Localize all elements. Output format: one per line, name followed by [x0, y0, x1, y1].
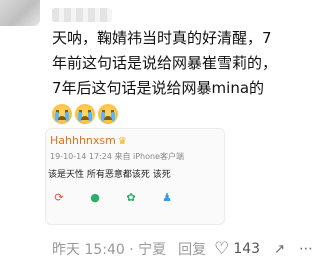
moments-icon: ✿: [126, 191, 136, 204]
comment-line-1: 天呐，鞠婧祎当时真的好清醒，7: [52, 29, 272, 47]
quoted-username-row: Hahhhnxsm ♛: [50, 134, 127, 147]
crown-icon: ♛: [117, 136, 127, 147]
repost-icon: ⟳: [54, 191, 64, 204]
quoted-meta: 19-10-14 17:24 来自 iPhone客户端: [50, 152, 184, 161]
qq-icon: ♟: [162, 191, 172, 204]
reply-button[interactable]: 回复: [178, 239, 206, 259]
quoted-username: Hahhhnxsm: [50, 134, 116, 147]
crying-emoji-icon: [98, 104, 118, 124]
crying-emoji-icon: [52, 104, 72, 124]
like-button[interactable]: ♡ 143: [214, 239, 260, 259]
time-location: 昨天 15:40 · 宁夏: [52, 242, 167, 258]
avatar[interactable]: [0, 0, 40, 26]
comment-line-3: 7年后这句话是说给网暴mina的: [52, 79, 265, 97]
comment-footer: 昨天 15:40 · 宁夏 回复 ♡ 143 ↗ ⋯: [52, 238, 314, 260]
share-icon[interactable]: ↗: [274, 242, 285, 257]
footer-actions: ♡ 143 ↗ ⋯: [214, 239, 314, 259]
more-icon[interactable]: ⋯: [299, 241, 314, 257]
wechat-icon: ●: [90, 191, 100, 204]
crying-emoji-icon: [75, 104, 95, 124]
username-blurred[interactable]: [52, 8, 112, 22]
quoted-share-row: ⟳ ● ✿ ♟: [52, 191, 174, 205]
emoji-row: [52, 104, 118, 124]
quoted-text: 该是天性 所有恶意都该死 该死: [48, 170, 171, 180]
comment-line-2: 年前这句话是说给网暴崔雪莉的，: [52, 54, 278, 72]
quoted-post-image[interactable]: Hahhhnxsm ♛ 19-10-14 17:24 来自 iPhone客户端 该…: [45, 128, 225, 225]
heart-icon: ♡: [214, 239, 230, 259]
comment-text: 天呐，鞠婧祎当时真的好清醒，7 年前这句话是说给网暴崔雪莉的， 7年后这句话是说…: [52, 26, 312, 101]
like-count: 143: [233, 241, 261, 257]
